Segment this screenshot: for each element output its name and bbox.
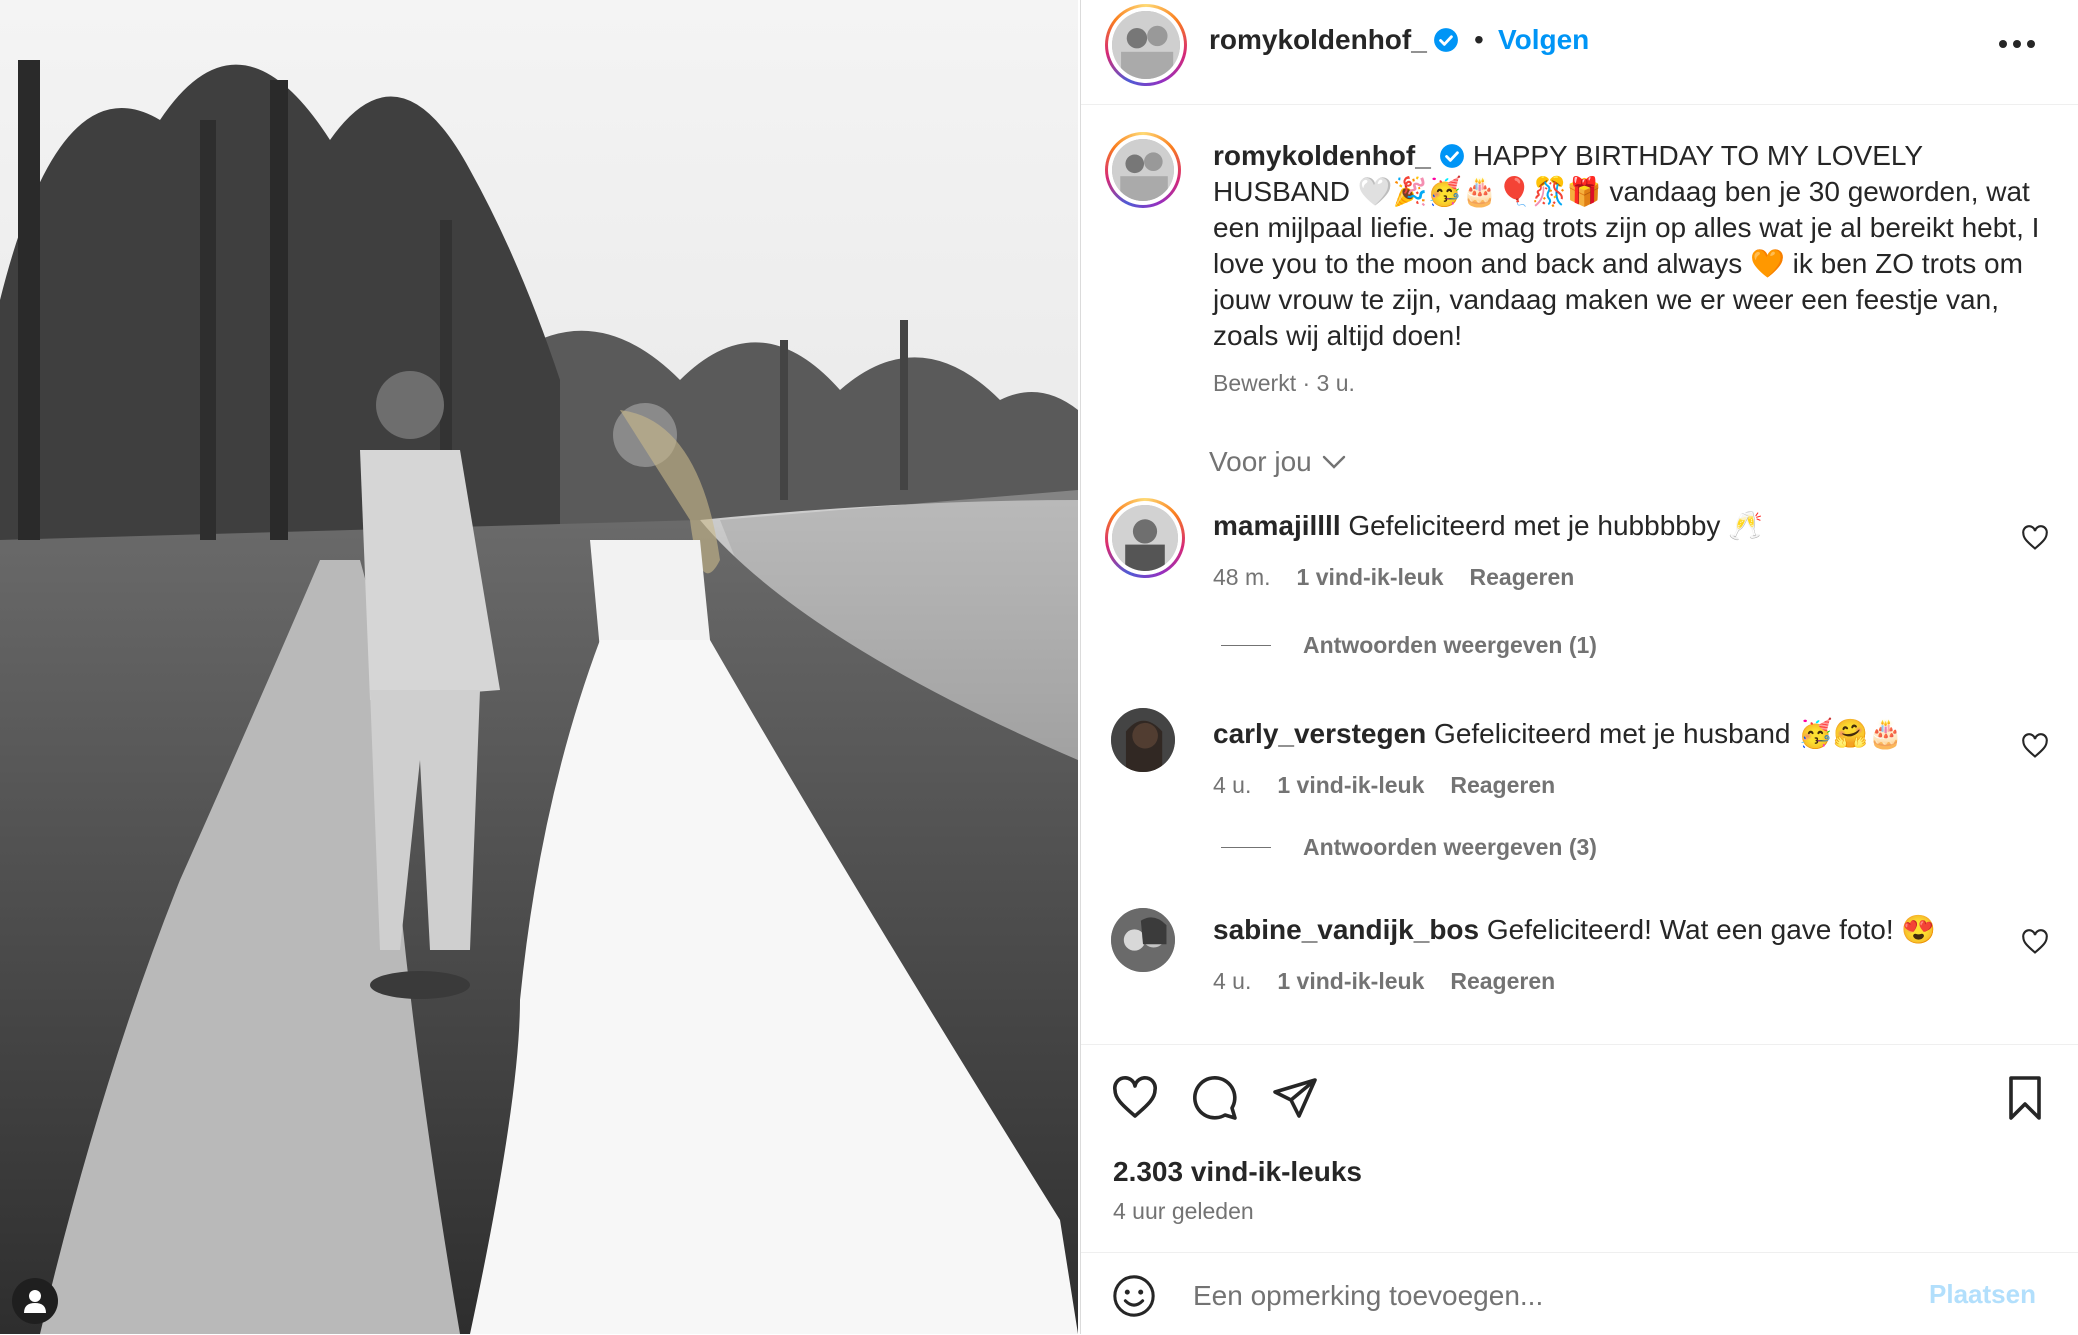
comment-likes-count[interactable]: 1 vind-ik-leuk	[1277, 772, 1424, 798]
add-comment-input[interactable]	[1191, 1271, 1875, 1321]
avatar-photo-icon	[1112, 11, 1180, 79]
likes-count[interactable]: 2.303 vind-ik-leuks	[1113, 1156, 1362, 1188]
comment-meta: 4 u. 1 vind-ik-leuk Reageren	[1213, 968, 1581, 995]
add-comment-bar: Plaatsen	[1081, 1252, 2078, 1335]
comment-item: mamajillll Gefeliciteerd met je hubbbbby…	[1081, 498, 2078, 668]
reply-button[interactable]: Reageren	[1450, 772, 1555, 798]
post-side-panel: romykoldenhof_ • Volgen romykoldenhof_ HA…	[1080, 0, 2078, 1334]
caption-username[interactable]: romykoldenhof_	[1213, 140, 1431, 171]
actions-divider	[1081, 1044, 2078, 1045]
comment-body: Gefeliciteerd met je hubbbbby 🥂	[1348, 510, 1764, 541]
view-replies-button[interactable]: Antwoorden weergeven (1)	[1221, 632, 1597, 659]
comment-body: Gefeliciteerd! Wat een gave foto! 😍	[1486, 914, 1937, 945]
share-paper-plane-icon[interactable]	[1271, 1074, 1319, 1122]
post-header: romykoldenhof_ • Volgen	[1081, 0, 2078, 105]
comment-meta: 4 u. 1 vind-ik-leuk Reageren	[1213, 772, 1581, 799]
verified-badge-icon	[1433, 28, 1458, 52]
comment-time: 48 m.	[1213, 564, 1271, 590]
verified-badge-icon	[1439, 144, 1464, 168]
comment-bubble-icon[interactable]	[1191, 1074, 1239, 1122]
caption-author-avatar[interactable]	[1105, 132, 1181, 208]
comment-like-heart-icon[interactable]	[2021, 732, 2049, 760]
like-heart-icon[interactable]	[1111, 1074, 1159, 1122]
comment-item: sabine_vandijk_bos Gefeliciteerd! Wat ee…	[1081, 908, 2078, 1028]
commenter-username[interactable]: mamajillll	[1213, 510, 1341, 541]
avatar-photo-icon	[1112, 505, 1178, 571]
chevron-down-icon	[1322, 455, 1345, 469]
commenter-username[interactable]: carly_verstegen	[1213, 718, 1426, 749]
avatar-photo-icon	[1111, 708, 1175, 772]
comment-time: 4 u.	[1213, 772, 1252, 798]
emoji-smiley-icon[interactable]	[1111, 1273, 1157, 1319]
comment-sort-dropdown[interactable]: Voor jou	[1209, 446, 1346, 478]
post-comment-button[interactable]: Plaatsen	[1929, 1279, 2036, 1310]
comment-likes-count[interactable]: 1 vind-ik-leuk	[1277, 968, 1424, 994]
avatar-photo-icon	[1111, 908, 1175, 972]
comment-time: 4 u.	[1213, 968, 1252, 994]
commenter-avatar[interactable]	[1105, 498, 1185, 578]
post-timestamp[interactable]: 4 uur geleden	[1113, 1198, 1254, 1225]
comment-body: Gefeliciteerd met je husband 🥳🤗🎂	[1434, 718, 1903, 749]
commenter-username[interactable]: sabine_vandijk_bos	[1213, 914, 1479, 945]
comment-meta: 48 m. 1 vind-ik-leuk Reageren	[1213, 564, 1600, 591]
caption-meta: Bewerkt · 3 u.	[1213, 370, 1355, 396]
post-photo[interactable]	[0, 0, 1078, 1334]
user-tags-button[interactable]	[12, 1278, 58, 1324]
author-username: romykoldenhof_	[1209, 24, 1427, 55]
caption-body: HAPPY BIRTHDAY TO MY LOVELY HUSBAND 🤍🎉🥳🎂…	[1213, 140, 2040, 351]
post-caption: romykoldenhof_ HAPPY BIRTHDAY TO MY LOVEL…	[1213, 138, 2043, 354]
comment-like-heart-icon[interactable]	[2021, 524, 2049, 552]
comment-item: carly_verstegen Gefeliciteerd met je hus…	[1081, 706, 2078, 876]
separator-dot: •	[1474, 24, 1484, 55]
comment-text: carly_verstegen Gefeliciteerd met je hus…	[1213, 716, 1973, 752]
view-replies-button[interactable]: Antwoorden weergeven (3)	[1221, 834, 1597, 861]
reply-button[interactable]: Reageren	[1450, 968, 1555, 994]
author-username-link[interactable]: romykoldenhof_	[1209, 24, 1459, 56]
avatar-photo-icon	[1112, 139, 1174, 201]
commenter-avatar[interactable]	[1111, 908, 1175, 972]
comment-likes-count[interactable]: 1 vind-ik-leuk	[1297, 564, 1444, 590]
comment-like-heart-icon[interactable]	[2021, 928, 2049, 956]
comment-text: mamajillll Gefeliciteerd met je hubbbbby…	[1213, 508, 1973, 544]
comment-sort-label: Voor jou	[1209, 446, 1312, 477]
commenter-avatar[interactable]	[1111, 708, 1175, 772]
comment-text: sabine_vandijk_bos Gefeliciteerd! Wat ee…	[1213, 912, 1973, 948]
person-icon	[24, 1290, 46, 1313]
more-options-icon[interactable]	[1999, 40, 2035, 50]
reply-button[interactable]: Reageren	[1470, 564, 1575, 590]
view-replies-label: Antwoorden weergeven (3)	[1303, 834, 1597, 860]
wedding-photo-image	[0, 0, 1078, 1334]
author-avatar[interactable]	[1105, 4, 1187, 86]
view-replies-label: Antwoorden weergeven (1)	[1303, 632, 1597, 658]
save-bookmark-icon[interactable]	[2001, 1074, 2049, 1122]
follow-button[interactable]: Volgen	[1498, 24, 1589, 56]
